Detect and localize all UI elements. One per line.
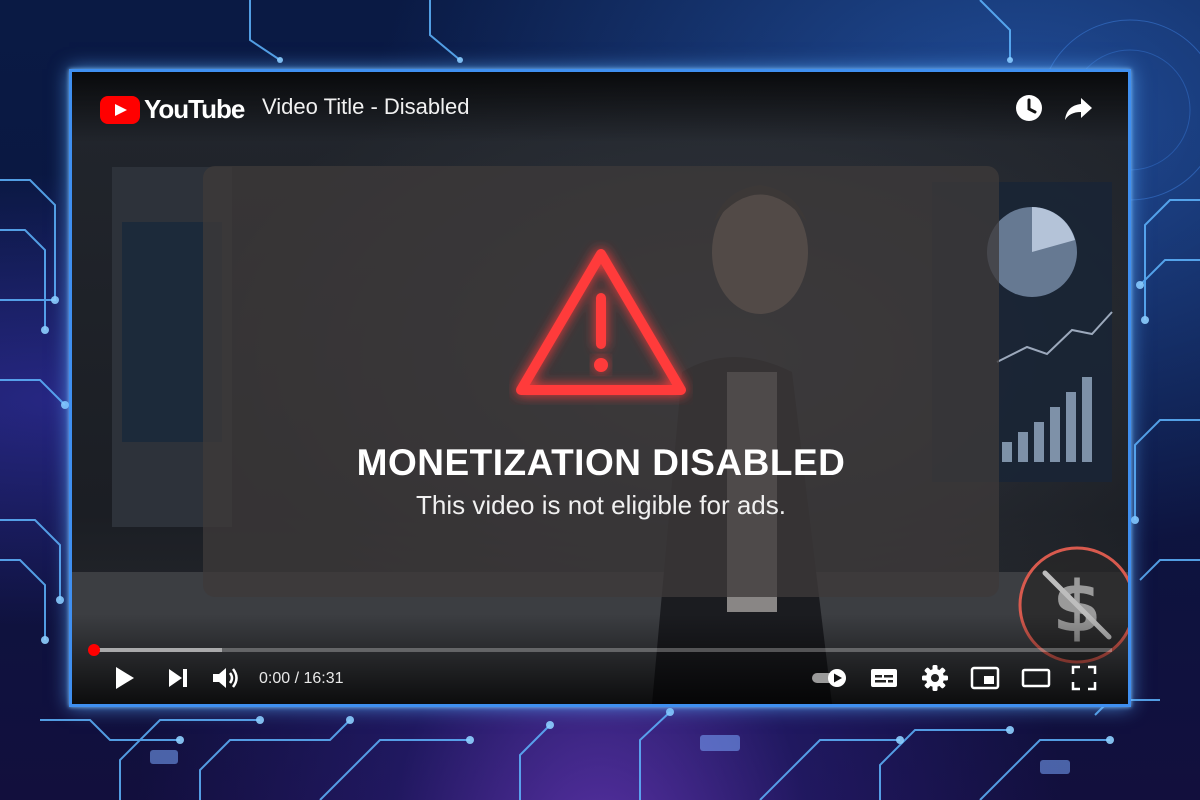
subtitles-icon[interactable] bbox=[868, 662, 900, 694]
youtube-wordmark: YouTube bbox=[144, 94, 245, 124]
miniplayer-icon[interactable] bbox=[969, 662, 1001, 694]
settings-icon[interactable] bbox=[919, 662, 951, 694]
video-player[interactable]: YouTube Video Title - Disabled MONETIZAT… bbox=[69, 69, 1131, 707]
next-icon[interactable] bbox=[162, 662, 194, 694]
time-separator: / bbox=[290, 670, 304, 687]
overlay-message: This video is not eligible for ads. bbox=[416, 490, 786, 520]
time-display: 0:00 / 16:31 bbox=[259, 670, 344, 688]
buffered-bar bbox=[92, 648, 222, 652]
autoplay-toggle-icon[interactable] bbox=[810, 662, 852, 694]
warning-triangle-icon bbox=[516, 249, 686, 395]
watch-later-icon[interactable] bbox=[1013, 92, 1045, 124]
fullscreen-icon[interactable] bbox=[1068, 662, 1100, 694]
video-title[interactable]: Video Title - Disabled bbox=[262, 94, 470, 120]
time-current: 0:00 bbox=[259, 670, 291, 687]
progress-bar[interactable] bbox=[88, 644, 1112, 656]
player-top-bar: YouTube Video Title - Disabled bbox=[72, 72, 1128, 142]
youtube-play-icon bbox=[100, 95, 140, 124]
overlay-title: MONETIZATION DISABLED bbox=[356, 442, 846, 483]
volume-icon[interactable] bbox=[209, 662, 241, 694]
share-icon[interactable] bbox=[1062, 92, 1094, 124]
time-total: 16:31 bbox=[303, 670, 344, 687]
scrubber-handle[interactable] bbox=[88, 644, 100, 656]
theater-mode-icon[interactable] bbox=[1020, 662, 1052, 694]
monetization-overlay: MONETIZATION DISABLED This video is not … bbox=[203, 166, 999, 597]
play-icon[interactable] bbox=[108, 662, 140, 694]
youtube-logo[interactable]: YouTube bbox=[100, 94, 245, 125]
